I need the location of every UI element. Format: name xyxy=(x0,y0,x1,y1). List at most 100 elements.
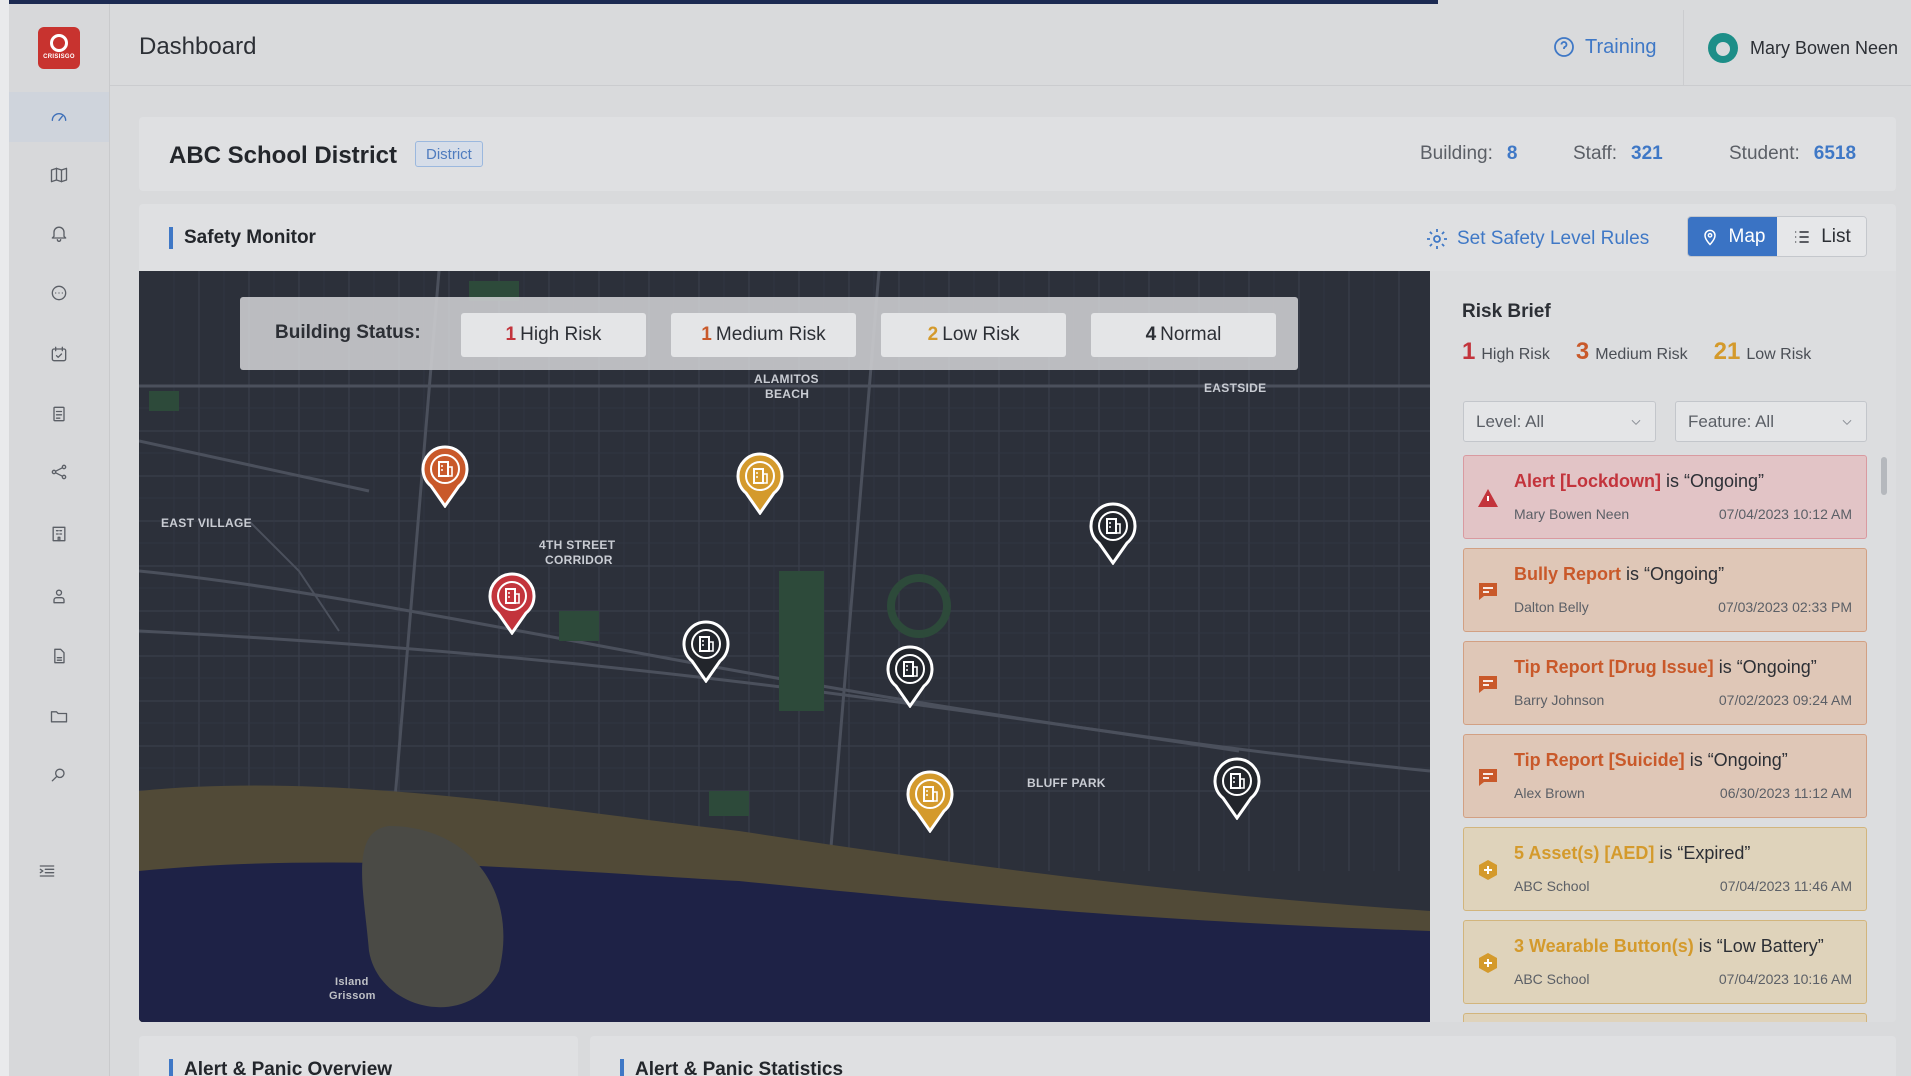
share-icon xyxy=(51,464,67,480)
map-label: EASTSIDE xyxy=(1204,381,1267,395)
stat-value: 6518 xyxy=(1813,143,1857,164)
building-pin-high[interactable] xyxy=(486,571,538,636)
status-count: 1 xyxy=(701,324,712,345)
user-name: Mary Bowen Neen xyxy=(1750,37,1899,58)
status-filter-normal[interactable]: 4 Normal xyxy=(1091,313,1276,357)
alert-reporter: Mary Bowen Neen xyxy=(1514,506,1630,522)
status-filter-high-risk[interactable]: 1 High Risk xyxy=(461,313,646,357)
building-pin-normal[interactable] xyxy=(680,619,732,684)
risk-list-scrollbar[interactable] xyxy=(1881,457,1887,495)
district-card: ABC School District District Building: 8 … xyxy=(139,117,1896,191)
alert-kind: 5 Asset(s) [AED] xyxy=(1514,843,1655,863)
map-pin-icon xyxy=(1703,229,1716,246)
alert-item[interactable]: Tip Report [Drug Issue] is “Ongoing” Bar… xyxy=(1463,641,1867,725)
stat-staff: Staff: 321 xyxy=(1573,143,1663,165)
risk-count-number: 1 xyxy=(1462,338,1476,365)
window-edge xyxy=(0,0,9,1076)
alert-item[interactable]: Bully Report is “Ongoing” Dalton Belly 0… xyxy=(1463,548,1867,632)
sidebar-item-checkin[interactable] xyxy=(9,329,109,379)
building-pin-icon xyxy=(1089,502,1137,566)
sidebar-item-map[interactable] xyxy=(9,150,109,200)
alert-kind: Alert [Lockdown] xyxy=(1514,471,1661,491)
asset-icon xyxy=(1479,953,1497,973)
building-pin-icon xyxy=(421,445,469,509)
map-view-button[interactable]: Map xyxy=(1688,217,1777,256)
alert-kind: Tip Report [Drug Issue] xyxy=(1514,657,1714,677)
status-count: 4 xyxy=(1145,324,1157,345)
sidebar-item-buildings[interactable] xyxy=(9,509,109,559)
sidebar-item-people[interactable] xyxy=(9,571,109,621)
level-filter-select[interactable]: Level: All xyxy=(1463,401,1656,442)
sidebar-item-documents[interactable] xyxy=(9,389,109,439)
report-icon xyxy=(1479,676,1497,693)
district-badge: District xyxy=(415,141,483,167)
alert-item[interactable] xyxy=(1463,1013,1867,1022)
alert-status: is “Low Battery” xyxy=(1693,936,1824,956)
set-safety-rules-link[interactable]: Set Safety Level Rules xyxy=(1425,227,1649,251)
feature-filter-select[interactable]: Feature: All xyxy=(1675,401,1867,442)
sidebar-item-messages[interactable] xyxy=(9,268,109,318)
alert-item[interactable]: 5 Asset(s) [AED] is “Expired” ABC School… xyxy=(1463,827,1867,911)
section-title-statistics: Alert & Panic Statistics xyxy=(620,1059,843,1076)
level-filter-value: Level: All xyxy=(1476,411,1545,431)
building-pin-medium[interactable] xyxy=(419,444,471,509)
bell-icon xyxy=(51,226,67,242)
calendar-check-icon xyxy=(51,346,67,362)
report-icon xyxy=(1479,583,1497,600)
sidebar-collapse-toggle[interactable] xyxy=(9,846,109,896)
building-pin-low[interactable] xyxy=(734,451,786,516)
building-pin-normal[interactable] xyxy=(884,644,936,709)
avatar xyxy=(1708,33,1738,63)
sidebar-item-alerts[interactable] xyxy=(9,208,109,258)
risk-brief-title: Risk Brief xyxy=(1462,301,1551,322)
alert-kind: 3 Wearable Button(s) xyxy=(1514,936,1694,956)
alert-reporter: Barry Johnson xyxy=(1514,692,1605,708)
map-label: 4TH STREET xyxy=(539,538,616,552)
chevron-down-icon xyxy=(1631,419,1641,425)
status-filter-low-risk[interactable]: 2 Low Risk xyxy=(881,313,1066,357)
alert-timestamp: 07/02/2023 09:24 AM xyxy=(1718,692,1852,708)
stat-building: Building: 8 xyxy=(1420,143,1517,165)
sidebar-item-dashboard[interactable] xyxy=(9,92,109,142)
sidebar-item-files[interactable] xyxy=(9,691,109,741)
safety-map[interactable]: ALAMITOS BEACH EASTSIDE EAST VILLAGE 4TH… xyxy=(139,271,1430,1022)
status-filter-medium-risk[interactable]: 1 Medium Risk xyxy=(671,313,856,357)
building-pin-icon xyxy=(1213,757,1261,821)
map-view-label: Map xyxy=(1728,225,1766,247)
app-logo[interactable]: CRISISGO xyxy=(38,27,80,69)
gauge-icon xyxy=(51,113,67,121)
stat-label: Building: xyxy=(1420,143,1493,164)
status-count: 2 xyxy=(927,324,939,345)
district-name: ABC School District xyxy=(169,142,398,169)
alert-item[interactable]: 3 Wearable Button(s) is “Low Battery” AB… xyxy=(1463,920,1867,1004)
alert-item[interactable]: Alert [Lockdown] is “Ongoing” Mary Bowen… xyxy=(1463,455,1867,539)
building-pin-icon xyxy=(488,572,536,636)
risk-count-label: Medium Risk xyxy=(1595,346,1688,363)
building-pin-low[interactable] xyxy=(904,769,956,834)
sidebar-item-search[interactable] xyxy=(9,750,109,800)
list-view-button[interactable]: List xyxy=(1777,217,1866,256)
map-label: Island xyxy=(335,976,369,988)
stat-value: 8 xyxy=(1506,143,1518,164)
alert-kind: Bully Report xyxy=(1514,564,1622,584)
sidebar-item-reports[interactable] xyxy=(9,631,109,681)
map-label: BLUFF PARK xyxy=(1027,776,1106,790)
training-link[interactable]: Training xyxy=(1552,35,1657,59)
menu-collapse-icon xyxy=(39,865,55,877)
asset-icon xyxy=(1479,860,1497,880)
sidebar-item-share[interactable] xyxy=(9,447,109,497)
alert-headline: Bully Report is “Ongoing” xyxy=(1514,564,1724,585)
alert-item[interactable]: Tip Report [Suicide] is “Ongoing” Alex B… xyxy=(1463,734,1867,818)
status-count: 1 xyxy=(505,324,517,345)
alert-timestamp: 07/04/2023 10:16 AM xyxy=(1718,971,1852,987)
person-icon xyxy=(53,589,65,604)
training-label: Training xyxy=(1585,35,1657,58)
gear-icon xyxy=(1427,229,1447,249)
building-pin-normal[interactable] xyxy=(1211,756,1263,821)
alert-panic-statistics-card: Alert & Panic Statistics xyxy=(590,1036,1896,1076)
risk-count-label: Low Risk xyxy=(1746,346,1812,363)
status-label: Normal xyxy=(1160,324,1222,345)
user-menu[interactable]: Mary Bowen Neen xyxy=(1683,10,1911,86)
help-circle-icon xyxy=(1554,37,1574,57)
building-pin-normal[interactable] xyxy=(1087,501,1139,566)
